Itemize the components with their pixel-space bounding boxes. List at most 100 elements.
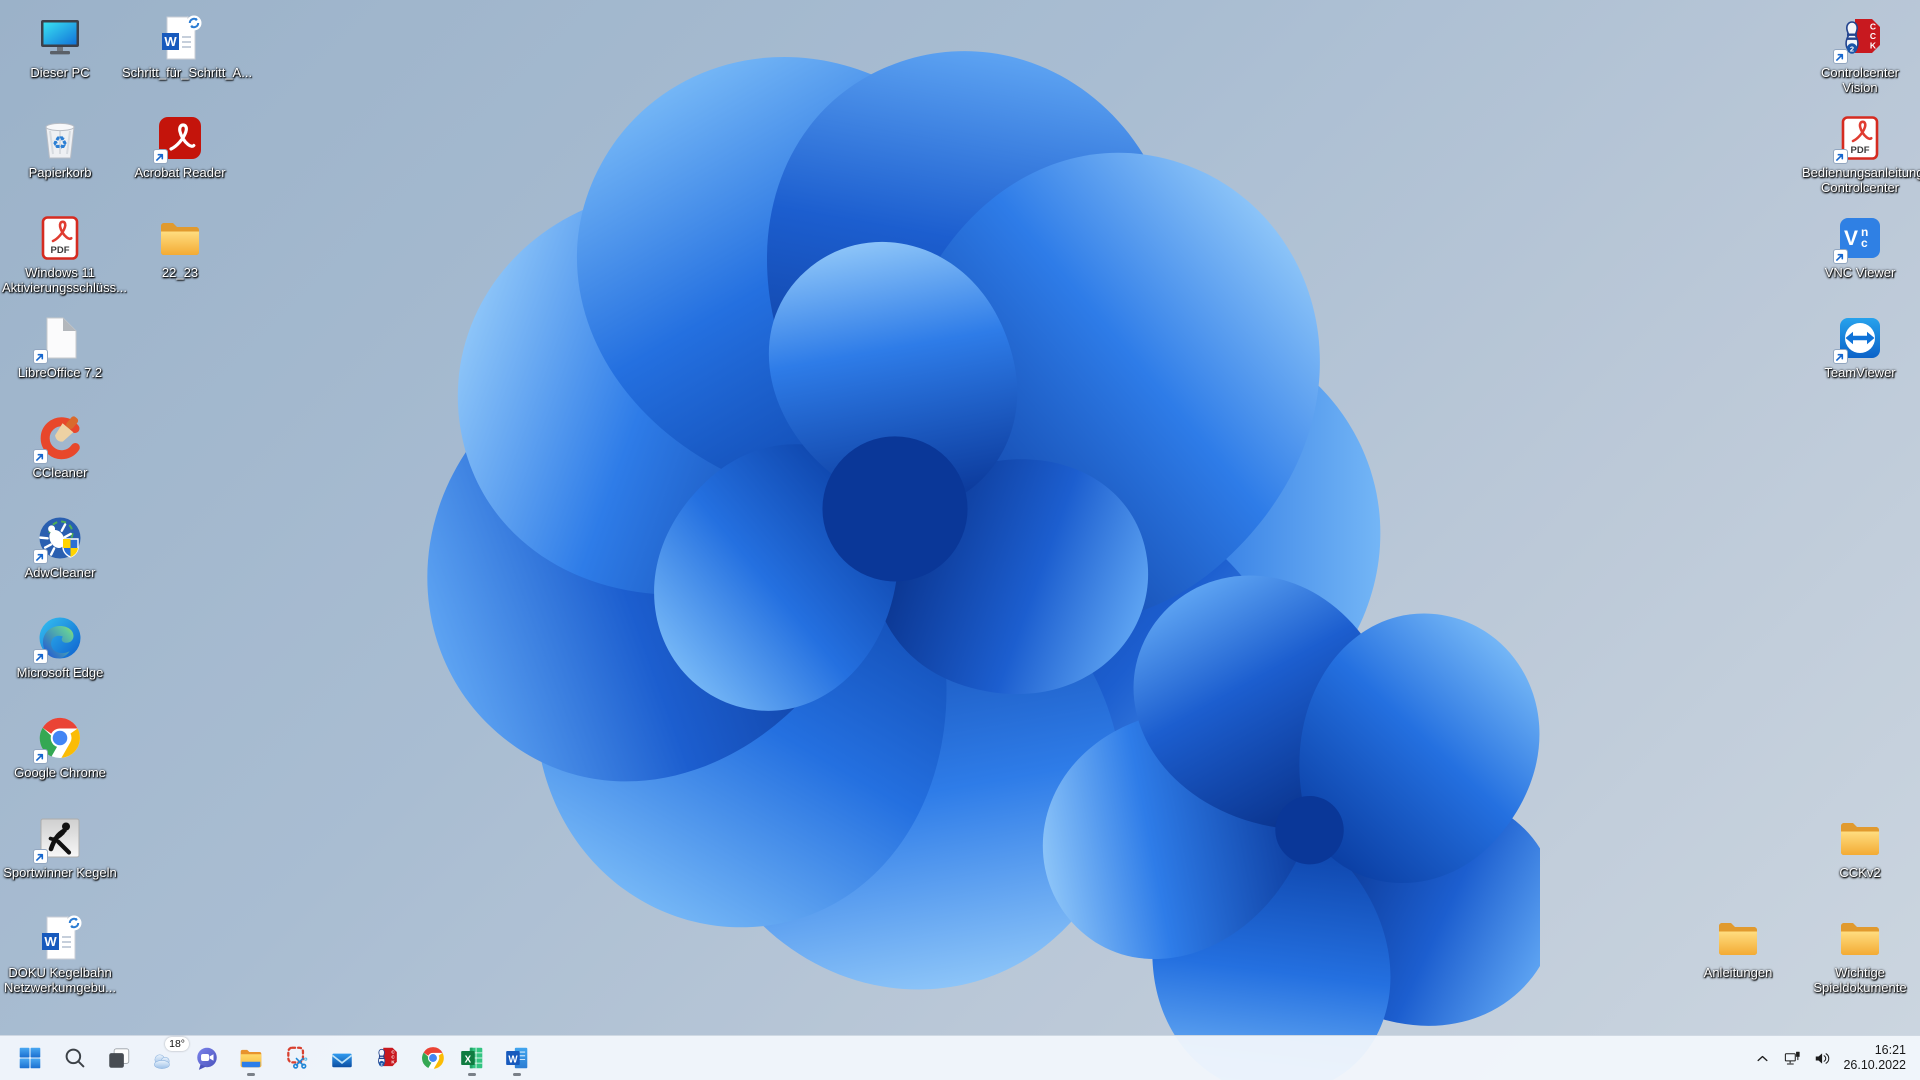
- widgets-button[interactable]: 18°: [144, 1037, 189, 1077]
- monitor-icon: [36, 14, 84, 62]
- microsoft-edge[interactable]: Microsoft Edge: [2, 614, 118, 680]
- widgets-temperature-badge: 18°: [165, 1037, 189, 1051]
- desktop-icon-label: Microsoft Edge: [16, 665, 104, 680]
- desktop-icon-label: Google Chrome: [14, 765, 106, 780]
- clock[interactable]: 16:21 26.10.2022: [1843, 1043, 1906, 1073]
- teams-chat-icon: [194, 1045, 220, 1071]
- desktop-icon-label: Acrobat Reader: [134, 165, 226, 180]
- shortcut-arrow-icon: [153, 149, 168, 164]
- file-explorer-button[interactable]: [232, 1039, 270, 1077]
- desktop-icon-label: Dieser PC: [30, 65, 90, 80]
- task-view-button[interactable]: [100, 1039, 138, 1077]
- snipping-tool-icon: +: [284, 1045, 310, 1071]
- desktop-icon-label: Papierkorb: [28, 165, 92, 180]
- google-chrome[interactable]: Google Chrome: [2, 714, 118, 780]
- libreoffice-icon: [33, 314, 84, 364]
- svg-text:W: W: [508, 1054, 518, 1065]
- shortcut-arrow-icon: [33, 549, 48, 564]
- ccleaner[interactable]: CCleaner: [2, 414, 118, 480]
- folder-icon: [156, 214, 204, 262]
- shortcut-arrow-icon: [1833, 149, 1848, 164]
- taskbar: 18° + C C K 2 X W 16:21 26.10.2022: [0, 1035, 1920, 1080]
- shortcut-arrow-icon: [1833, 49, 1848, 64]
- task-view-icon: [106, 1045, 132, 1071]
- controlcenter-button[interactable]: CCK2: [367, 1039, 405, 1077]
- folder-anleitungen[interactable]: Anleitungen: [1680, 914, 1796, 980]
- mail-icon: [329, 1045, 355, 1071]
- word-doc-sync-icon: W: [156, 14, 204, 62]
- folder-cckv2[interactable]: CCKv2: [1802, 814, 1918, 880]
- bedienungsanleitung-controlcenter[interactable]: PDF Bedienungsanleitung Controlcenter: [1802, 114, 1920, 195]
- desktop-icon-label: TeamViewer: [1824, 365, 1896, 380]
- desktop-icon-label: 22_23: [161, 265, 199, 280]
- desktop-icon-label: CCleaner: [32, 465, 88, 480]
- running-indicator: [247, 1073, 255, 1076]
- teamviewer-icon: [1833, 314, 1884, 364]
- word-icon: W: [504, 1045, 530, 1071]
- vnc-viewer[interactable]: Vn c VNC Viewer: [1802, 214, 1918, 280]
- word-button[interactable]: W: [498, 1039, 536, 1077]
- file-explorer-icon: [238, 1045, 264, 1071]
- svg-text:C: C: [1870, 31, 1876, 41]
- wallpaper-bloom-image: [427, 51, 1540, 1080]
- system-tray: 16:21 26.10.2022: [1747, 1036, 1914, 1080]
- start-button[interactable]: [11, 1039, 49, 1077]
- cck-logo-icon: CCK2: [1833, 14, 1884, 64]
- svg-text:PDF: PDF: [51, 245, 70, 256]
- papierkorb[interactable]: ♻ Papierkorb: [2, 114, 118, 180]
- svg-text:X: X: [465, 1054, 472, 1065]
- folder-22-23[interactable]: 22_23: [122, 214, 238, 280]
- mail-button[interactable]: [323, 1039, 361, 1077]
- schritt-fuer-schritt-doc[interactable]: W Schritt_für_Schritt_A...: [122, 14, 253, 80]
- svg-text:c: c: [1861, 236, 1868, 250]
- shortcut-arrow-icon: [33, 749, 48, 764]
- desktop-icon-label: AdwCleaner: [24, 565, 96, 580]
- shortcut-arrow-icon: [33, 849, 48, 864]
- doku-kegelbahn-doc[interactable]: W DOKU Kegelbahn Netzwerkumgebu...: [2, 914, 118, 995]
- svg-text:W: W: [44, 934, 57, 949]
- desktop-icon-label: Schritt_für_Schritt_A...: [122, 65, 253, 80]
- excel-icon: X: [459, 1045, 485, 1071]
- tray-time: 16:21: [1874, 1043, 1906, 1057]
- libreoffice-7-2[interactable]: LibreOffice 7.2: [2, 314, 118, 380]
- search-button[interactable]: [56, 1039, 94, 1077]
- volume-button[interactable]: [1807, 1040, 1837, 1076]
- network-button[interactable]: [1777, 1040, 1807, 1076]
- tray-chevron-button[interactable]: [1747, 1040, 1777, 1076]
- chrome-button[interactable]: [414, 1039, 452, 1077]
- windows11-aktivierungsschluessel-pdf[interactable]: PDF Windows 11 Aktivierungsschlüss...: [2, 214, 127, 295]
- tray-date: 26.10.2022: [1843, 1058, 1906, 1072]
- shortcut-arrow-icon: [33, 649, 48, 664]
- folder-icon: [1714, 914, 1762, 962]
- adwcleaner[interactable]: AdwCleaner: [2, 514, 118, 580]
- running-indicator: [513, 1073, 521, 1076]
- svg-text:2: 2: [1850, 45, 1854, 54]
- shortcut-arrow-icon: [1833, 249, 1848, 264]
- desktop-icon-label: Sportwinner Kegeln: [3, 865, 117, 880]
- chrome-icon: [420, 1045, 446, 1071]
- snipping-tool-button[interactable]: +: [278, 1039, 316, 1077]
- chevron-up-icon: [1753, 1049, 1772, 1068]
- desktop-icon-label: VNC Viewer: [1824, 265, 1896, 280]
- desktop-icon-label: Windows 11 Aktivierungsschlüss...: [2, 265, 127, 295]
- excel-button[interactable]: X: [453, 1039, 491, 1077]
- cck-logo-icon: CCK2: [373, 1045, 399, 1071]
- edge-icon: [33, 614, 84, 664]
- pdf-file-icon: PDF: [36, 214, 84, 262]
- controlcenter-vision[interactable]: C C K 2 Controlcenter Vision: [1802, 14, 1918, 95]
- dieser-pc[interactable]: Dieser PC: [2, 14, 118, 80]
- running-indicator: [468, 1073, 476, 1076]
- shortcut-arrow-icon: [33, 349, 48, 364]
- folder-wichtige-spieldokumente[interactable]: Wichtige Spieldokumente: [1802, 914, 1918, 995]
- acrobat-reader[interactable]: Acrobat Reader: [122, 114, 238, 180]
- chrome-icon: [33, 714, 84, 764]
- teamviewer[interactable]: TeamViewer: [1802, 314, 1918, 380]
- search-icon: [62, 1045, 88, 1071]
- sportwinner-kegeln[interactable]: Sportwinner Kegeln: [2, 814, 118, 880]
- chat-button[interactable]: [188, 1039, 226, 1077]
- shortcut-arrow-icon: [1833, 349, 1848, 364]
- windows-desktop: Dieser PC W Schritt_für_Schritt_A... ♻ Papie…: [0, 0, 1920, 1080]
- desktop-icon-label: Anleitungen: [1703, 965, 1773, 980]
- folder-icon: [1836, 914, 1884, 962]
- adwcleaner-icon: [33, 514, 84, 564]
